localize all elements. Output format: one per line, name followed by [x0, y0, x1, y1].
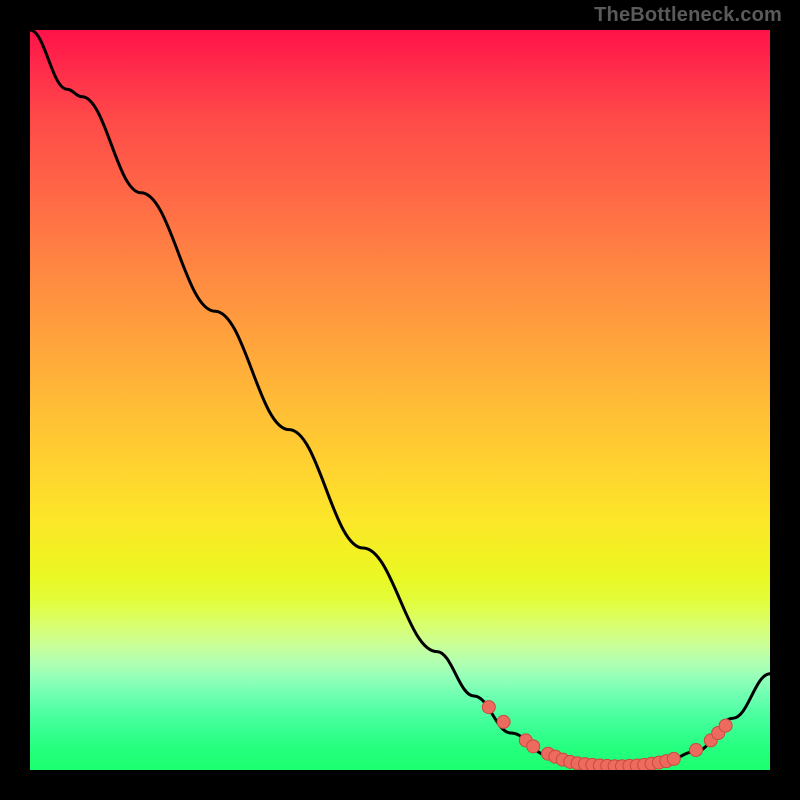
data-marker: [527, 740, 540, 753]
plot-area: [30, 30, 770, 770]
chart-container: TheBottleneck.com: [0, 0, 800, 800]
data-marker: [497, 715, 510, 728]
plot-svg: [30, 30, 770, 770]
data-marker: [719, 719, 732, 732]
curve-path: [30, 30, 770, 766]
attribution-text: TheBottleneck.com: [594, 4, 782, 27]
bottleneck-curve: [30, 30, 770, 766]
data-marker: [690, 744, 703, 757]
data-marker: [482, 701, 495, 714]
data-marker: [667, 752, 680, 765]
